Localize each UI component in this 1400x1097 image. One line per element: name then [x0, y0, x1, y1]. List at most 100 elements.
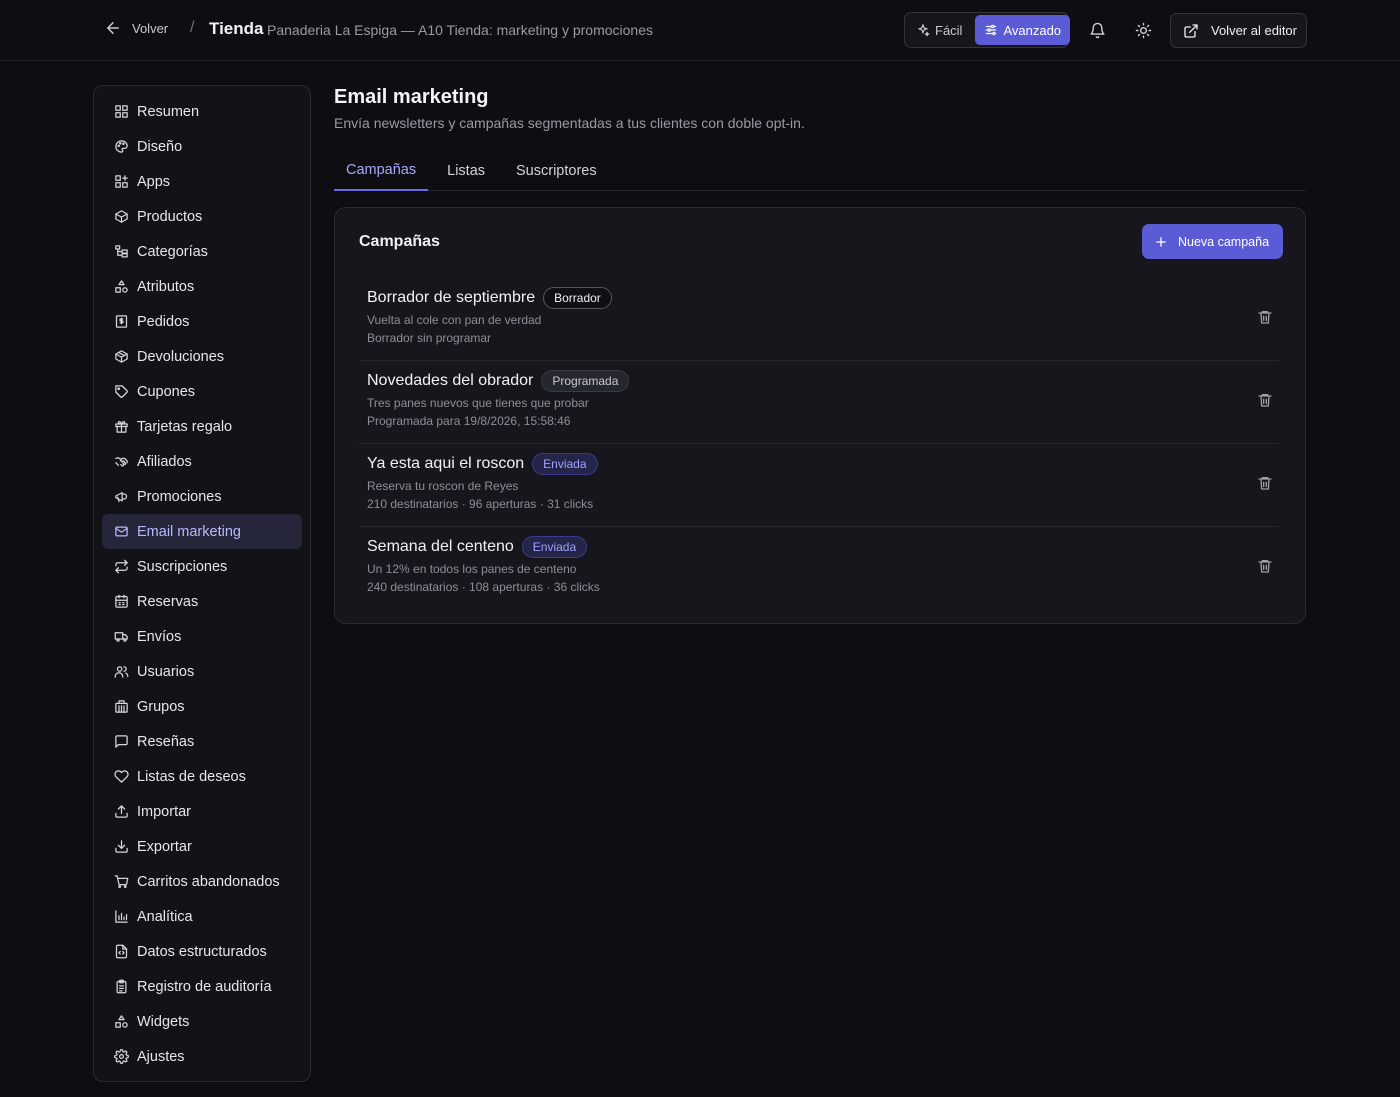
bell-icon [1089, 22, 1105, 38]
page-title: Email marketing [334, 86, 489, 108]
gear-icon [114, 1049, 129, 1064]
sidebar-item-label: Promociones [137, 488, 222, 505]
file-code-icon [115, 944, 128, 959]
notifications-button[interactable] [1083, 16, 1111, 44]
sidebar-item-listas-de-deseos[interactable]: Listas de deseos [102, 759, 302, 794]
external-link-icon [1184, 23, 1198, 38]
status-badge: Enviada [521, 536, 588, 558]
plus-icon [1156, 236, 1166, 247]
trash-icon [1258, 394, 1272, 407]
sidebar-item-label: Devoluciones [137, 348, 225, 365]
download-icon [115, 840, 128, 853]
sliders-icon [986, 24, 997, 36]
sidebar-item-datos-estructurados[interactable]: Datos estructurados [102, 934, 302, 969]
sidebar-item-analitica[interactable]: Analítica [102, 899, 302, 934]
status-badge: Borrador [543, 287, 612, 309]
sidebar-item-diseno[interactable]: Diseño [102, 129, 302, 164]
sidebar-item-reservas[interactable]: Reservas [102, 584, 302, 619]
sidebar-item-label: Widgets [137, 1013, 190, 1030]
campaign-detail: 210 destinatarios · 96 aperturas · 31 cl… [367, 497, 594, 511]
sidebar-item-suscripciones[interactable]: Suscripciones [102, 549, 302, 584]
sidebar-item-resumen[interactable]: Resumen [102, 94, 302, 129]
campaign-name: Novedades del obrador [367, 372, 534, 389]
mode-advanced-label: Avanzado [1003, 22, 1062, 38]
campaign-detail: Borrador sin programar [367, 331, 492, 345]
calendar-icon [115, 594, 128, 608]
delete-campaign-button[interactable] [1255, 390, 1275, 410]
sidebar-item-label: Cupones [137, 383, 196, 400]
sidebar-item-label: Email marketing [137, 523, 241, 540]
sidebar-item-ajustes[interactable]: Ajustes [102, 1039, 302, 1074]
sidebar-item-label: Usuarios [137, 663, 195, 680]
sidebar-item-devoluciones[interactable]: Devoluciones [102, 339, 302, 374]
sidebar-item-widgets[interactable]: Widgets [102, 1004, 302, 1039]
sidebar-item-email-marketing[interactable]: Email marketing [102, 514, 302, 549]
sidebar-item-label: Analítica [137, 908, 193, 925]
sidebar-item-label: Productos [137, 208, 203, 225]
sidebar-item-label: Diseño [137, 138, 183, 155]
theme-toggle-button[interactable] [1129, 16, 1157, 44]
back-to-editor-button[interactable]: Volver al editor [1170, 13, 1307, 48]
delete-campaign-button[interactable] [1255, 473, 1275, 493]
campaign-subject: Tres panes nuevos que tienes que probar [367, 396, 589, 410]
users-icon [114, 666, 129, 678]
tag-icon [115, 385, 128, 398]
sidebar-item-exportar[interactable]: Exportar [102, 829, 302, 864]
sidebar-item-importar[interactable]: Importar [102, 794, 302, 829]
sidebar-item-categorias[interactable]: Categorías [102, 234, 302, 269]
heart-icon [114, 770, 129, 783]
tab-campaigns[interactable]: Campañas [334, 150, 429, 191]
status-badge: Programada [541, 370, 630, 392]
delete-campaign-button[interactable] [1255, 307, 1275, 327]
mode-easy-label: Fácil [935, 22, 963, 38]
delete-campaign-button[interactable] [1255, 556, 1275, 576]
sidebar-item-carritos-abandonados[interactable]: Carritos abandonados [102, 864, 302, 899]
sidebar-item-grupos[interactable]: Grupos [102, 689, 302, 724]
building-icon [115, 700, 128, 713]
trash-icon [1258, 560, 1272, 573]
campaign-row: Borrador de septiembre Borrador Vuelta a… [359, 278, 1279, 361]
campaign-detail: Programada para 19/8/2026, 15:58:46 [367, 414, 571, 428]
sidebar-item-promociones[interactable]: Promociones [102, 479, 302, 514]
sidebar-item-afiliados[interactable]: Afiliados [102, 444, 302, 479]
campaign-subject: Vuelta al cole con pan de verdad [367, 313, 542, 327]
back-button[interactable]: Volver [104, 19, 168, 37]
campaign-subject: Un 12% en todos los panes de centeno [367, 562, 577, 576]
sidebar-item-atributos[interactable]: Atributos [102, 269, 302, 304]
sidebar-item-pedidos[interactable]: Pedidos [102, 304, 302, 339]
sidebar-item-tarjetas-regalo[interactable]: Tarjetas regalo [102, 409, 302, 444]
mode-advanced-button[interactable]: Avanzado [975, 15, 1071, 45]
sidebar-item-apps[interactable]: Apps [102, 164, 302, 199]
sidebar-item-envios[interactable]: Envíos [102, 619, 302, 654]
breadcrumb-separator: / [190, 19, 195, 36]
repeat-icon [115, 559, 128, 574]
campaign-name: Borrador de septiembre [367, 289, 536, 306]
mode-toggle: Fácil Avanzado [904, 12, 1071, 48]
receipt-icon [115, 315, 128, 328]
message-icon [115, 735, 128, 748]
tab-subscribers[interactable]: Suscriptores [504, 150, 609, 191]
tab-lists[interactable]: Listas [435, 150, 497, 191]
status-badge: Enviada [532, 453, 598, 475]
sidebar-item-cupones[interactable]: Cupones [102, 374, 302, 409]
new-campaign-label: Nueva campaña [1178, 234, 1270, 249]
sidebar-item-label: Reservas [137, 593, 199, 610]
sidebar-item-registro-de-auditoria[interactable]: Registro de auditoría [102, 969, 302, 1004]
clipboard-icon [116, 979, 127, 994]
sidebar-item-productos[interactable]: Productos [102, 199, 302, 234]
shapes-icon [115, 1015, 128, 1028]
gift-icon [115, 421, 128, 433]
sidebar-item-label: Suscripciones [137, 558, 228, 575]
tree-icon [115, 245, 128, 258]
arrow-left-icon [107, 22, 119, 34]
sidebar-item-label: Grupos [137, 698, 185, 715]
campaign-name: Ya esta aqui el roscon [367, 455, 525, 472]
new-campaign-button[interactable]: Nueva campaña [1142, 224, 1283, 259]
sidebar-item-resenas[interactable]: Reseñas [102, 724, 302, 759]
mode-easy-button[interactable]: Fácil [907, 15, 971, 45]
cart-icon [114, 875, 129, 888]
sidebar-item-label: Afiliados [137, 453, 192, 470]
sidebar-item-label: Ajustes [137, 1048, 185, 1065]
back-to-editor-label: Volver al editor [1211, 23, 1297, 38]
sidebar-item-usuarios[interactable]: Usuarios [102, 654, 302, 689]
